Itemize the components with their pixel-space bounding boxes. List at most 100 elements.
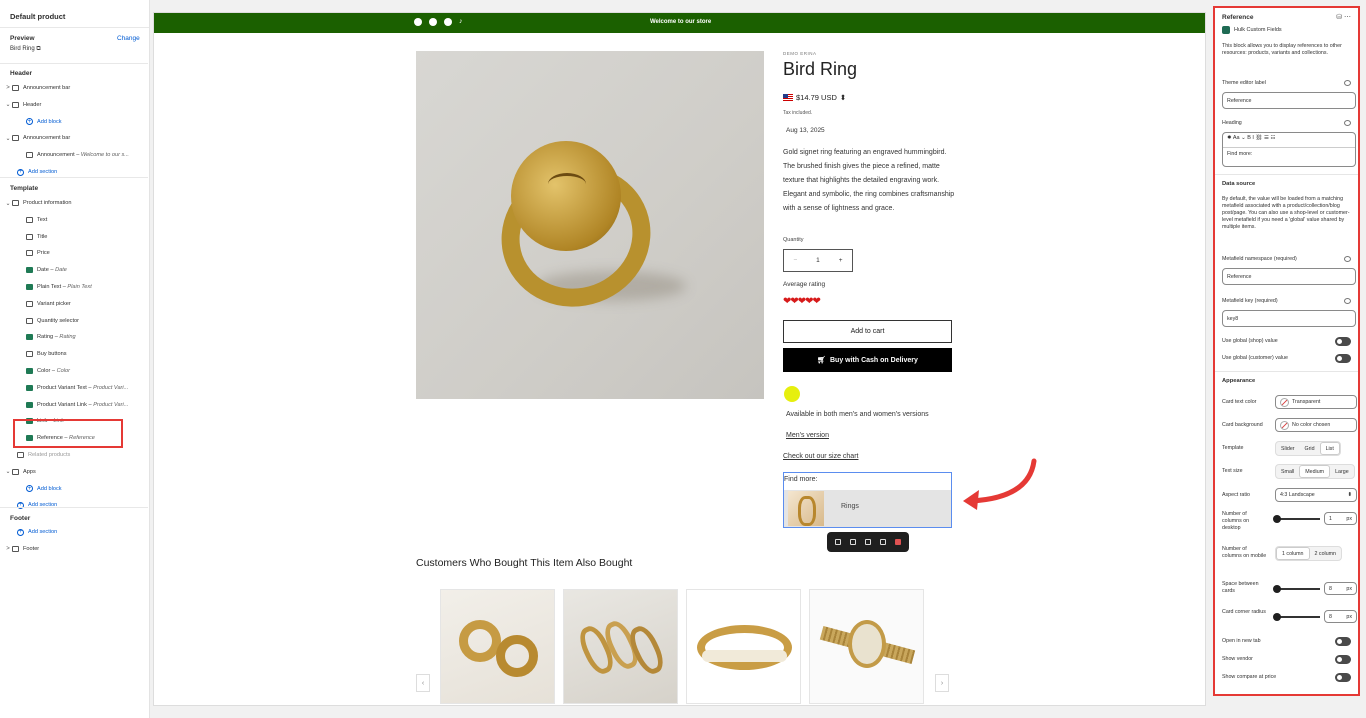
suggestion-rings[interactable] <box>563 589 678 704</box>
sidebar-item-product-variant-text[interactable]: Product Variant Text – Product Vari... <box>0 381 148 395</box>
carousel-next-button[interactable]: › <box>935 674 949 692</box>
sidebar-item-announcement-bar[interactable]: > Announcement bar <box>0 81 148 95</box>
youtube-icon[interactable] <box>444 18 452 26</box>
heading-richtext[interactable]: ✹ Aa ⌄ B I ⛓ ☰ ☷ Find more: <box>1222 132 1356 167</box>
database-icon[interactable] <box>1344 256 1351 262</box>
radius-input[interactable]: 8 px <box>1324 610 1357 623</box>
heading-input[interactable]: Find more: <box>1223 148 1355 160</box>
sidebar-item-apps[interactable]: ⌄ Apps <box>0 465 148 479</box>
hide-icon[interactable] <box>879 539 886 545</box>
facebook-icon[interactable] <box>414 18 422 26</box>
suggestion-bangle[interactable] <box>686 589 801 704</box>
sidebar-item-buy-buttons[interactable]: Buy buttons <box>0 347 148 361</box>
editor-label-input[interactable]: Reference <box>1222 92 1356 109</box>
sidebar-item-title[interactable]: Title <box>0 230 148 244</box>
text-size-large[interactable]: Large <box>1330 465 1354 478</box>
radius-slider[interactable] <box>1273 613 1320 621</box>
suggestion-watch[interactable] <box>809 589 924 704</box>
global-customer-toggle[interactable] <box>1335 354 1351 363</box>
cols-desktop-slider[interactable] <box>1273 515 1320 523</box>
reference-card[interactable]: Rings <box>784 490 951 527</box>
highlight-box <box>13 419 123 448</box>
add-add-section[interactable]: + Add section <box>0 498 148 512</box>
sidebar-item-related-products[interactable]: Related products <box>0 448 148 462</box>
sidebar-item-price[interactable]: Price <box>0 246 148 260</box>
reference-block[interactable]: Find more: Rings <box>783 472 952 528</box>
space-input[interactable]: 8 px <box>1324 582 1357 595</box>
add-add-section[interactable]: + Add section <box>0 525 148 539</box>
tiktok-icon[interactable]: ♪ <box>459 18 463 26</box>
text-size-small[interactable]: Small <box>1276 465 1299 478</box>
announcement-bar: ♪ Welcome to our store <box>154 13 1205 33</box>
cols-mobile-1[interactable]: 1 column <box>1276 547 1310 560</box>
quantity-stepper[interactable]: − 1 + <box>783 249 853 272</box>
qty-minus-button[interactable]: − <box>793 257 797 264</box>
chevron-icon[interactable]: ⌄ <box>4 468 12 475</box>
instagram-icon[interactable] <box>429 18 437 26</box>
duplicate-icon[interactable] <box>864 539 871 545</box>
key-input[interactable]: key8 <box>1222 310 1356 327</box>
qty-plus-button[interactable]: + <box>839 257 843 264</box>
sidebar-item-color[interactable]: Color – Color <box>0 364 148 378</box>
sidebar-item-plain-text[interactable]: Plain Text – Plain Text <box>0 280 148 294</box>
mens-version-link[interactable]: Men's version <box>786 432 829 439</box>
text-size-medium[interactable]: Medium <box>1299 465 1331 478</box>
global-shop-toggle[interactable] <box>1335 337 1351 346</box>
template-segmented[interactable]: Slider Grid List <box>1275 441 1341 456</box>
cols-desktop-input[interactable]: 1 px <box>1324 512 1357 525</box>
aspect-select[interactable]: 4:3 Landscape ⬍ <box>1275 488 1357 502</box>
database-icon[interactable] <box>1344 298 1351 304</box>
product-price[interactable]: $14.79 USD ⬍ <box>783 93 846 102</box>
delete-icon[interactable] <box>894 539 901 545</box>
add-to-cart-button[interactable]: Add to cart <box>783 320 952 343</box>
show-vendor-toggle[interactable] <box>1335 655 1351 664</box>
suggestion-hoops[interactable] <box>440 589 555 704</box>
database-icon[interactable] <box>1344 80 1351 86</box>
open-new-tab-toggle[interactable] <box>1335 637 1351 646</box>
card-bg-select[interactable]: No color chosen <box>1275 418 1357 432</box>
sidebar-item-rating[interactable]: Rating – Rating <box>0 330 148 344</box>
cols-mobile-segmented[interactable]: 1 column 2 column <box>1275 546 1342 561</box>
add-add-block[interactable]: + Add block <box>0 482 148 496</box>
space-slider[interactable] <box>1273 585 1320 593</box>
carousel-prev-button[interactable]: ‹ <box>416 674 430 692</box>
namespace-label: Metafield namespace (required) <box>1222 256 1297 262</box>
more-icon[interactable]: ⛁ ⋯ <box>1336 13 1351 21</box>
size-chart-link[interactable]: Check out our size chart <box>783 453 858 460</box>
chevron-icon[interactable]: > <box>4 546 12 552</box>
move-icon[interactable] <box>835 539 842 545</box>
sidebar-item-product-variant-link[interactable]: Product Variant Link – Product Vari... <box>0 398 148 412</box>
template-option-list[interactable]: List <box>1319 442 1340 455</box>
sidebar-item-text[interactable]: Text <box>0 213 148 227</box>
chevron-icon[interactable]: ⌄ <box>4 200 12 207</box>
sidebar-item-footer[interactable]: > Footer <box>0 542 148 556</box>
database-icon[interactable] <box>1344 120 1351 126</box>
chevron-icon[interactable]: ⌄ <box>4 135 12 142</box>
qty-value[interactable]: 1 <box>816 257 820 264</box>
sidebar-item-quantity-selector[interactable]: Quantity selector <box>0 314 148 328</box>
cod-button[interactable]: 🛒︎ Buy with Cash on Delivery <box>783 348 952 372</box>
text-size-segmented[interactable]: Small Medium Large <box>1275 464 1355 479</box>
sidebar-item-sublabel: Product Vari... <box>93 384 129 391</box>
template-option-slider[interactable]: Slider <box>1276 442 1300 455</box>
richtext-toolbar[interactable]: ✹ Aa ⌄ B I ⛓ ☰ ☷ <box>1223 133 1355 148</box>
preview-product[interactable]: Bird Ring ⧉ <box>10 46 41 53</box>
color-swatch[interactable] <box>784 386 800 402</box>
sidebar-item-date[interactable]: Date – Date <box>0 263 148 277</box>
add-add-block[interactable]: + Add block <box>0 115 148 129</box>
card-text-color-select[interactable]: Transparent <box>1275 395 1357 409</box>
chevron-icon[interactable]: ⌄ <box>4 101 12 108</box>
product-image[interactable] <box>416 51 764 399</box>
template-option-grid[interactable]: Grid <box>1300 442 1320 455</box>
chevron-icon[interactable]: > <box>4 85 12 91</box>
sidebar-item-announcement[interactable]: Announcement – Welcome to our s... <box>0 148 148 162</box>
sidebar-item-product-information[interactable]: ⌄ Product information <box>0 196 148 210</box>
sidebar-item-announcement-bar[interactable]: ⌄ Announcement bar <box>0 131 148 145</box>
show-compare-toggle[interactable] <box>1335 673 1351 682</box>
sidebar-item-header[interactable]: ⌄ Header <box>0 98 148 112</box>
cols-mobile-2[interactable]: 2 column <box>1310 547 1342 560</box>
ai-icon[interactable] <box>850 539 857 545</box>
preview-change-link[interactable]: Change <box>117 35 140 42</box>
sidebar-item-variant-picker[interactable]: Variant picker <box>0 297 148 311</box>
namespace-input[interactable]: Reference <box>1222 268 1356 285</box>
